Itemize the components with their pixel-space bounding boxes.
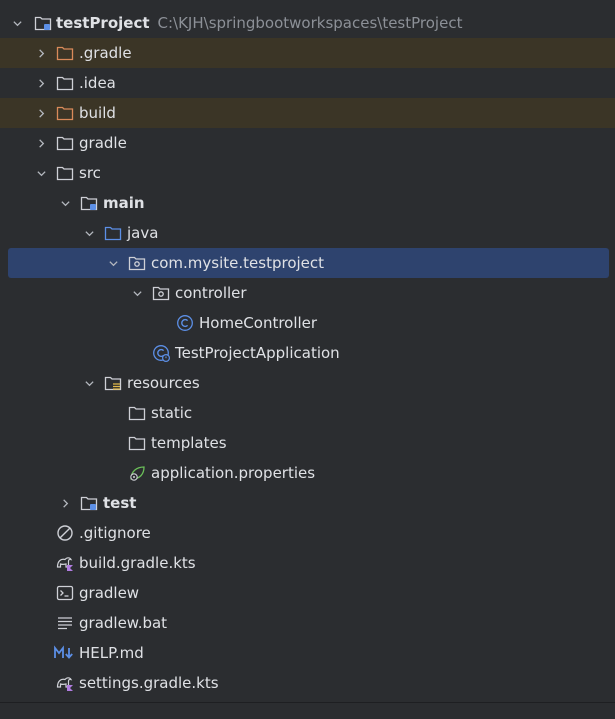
tree-item-label: settings.gradle.kts bbox=[79, 674, 219, 692]
tree-item-label: controller bbox=[175, 284, 247, 302]
gradle-kotlin-icon bbox=[56, 674, 74, 692]
tree-row-home-controller[interactable]: HomeController bbox=[0, 308, 615, 338]
tree-item-label: src bbox=[79, 164, 101, 182]
tree-item-label: static bbox=[151, 404, 193, 422]
package-icon bbox=[128, 254, 146, 272]
chevron-down-icon[interactable] bbox=[32, 164, 50, 182]
tree-item-label: application.properties bbox=[151, 464, 316, 482]
tree-item-label: main bbox=[103, 194, 145, 212]
tree-row-dot-gradle[interactable]: .gradle bbox=[0, 38, 615, 68]
tree-row-src[interactable]: src bbox=[0, 158, 615, 188]
chevron-right-icon[interactable] bbox=[32, 104, 50, 122]
chevron-right-icon[interactable] bbox=[32, 44, 50, 62]
chevron-right-icon[interactable] bbox=[32, 134, 50, 152]
chevron-down-icon[interactable] bbox=[56, 194, 74, 212]
chevron-right-icon[interactable] bbox=[56, 494, 74, 512]
chevron-down-icon[interactable] bbox=[104, 254, 122, 272]
gradle-kotlin-icon bbox=[56, 554, 74, 572]
tree-row-java[interactable]: java bbox=[0, 218, 615, 248]
ignore-file-icon bbox=[56, 524, 74, 542]
chevron-down-icon[interactable] bbox=[80, 374, 98, 392]
excluded-folder-icon bbox=[56, 104, 74, 122]
resources-root-icon bbox=[104, 374, 122, 392]
tree-row-gradle[interactable]: gradle bbox=[0, 128, 615, 158]
folder-icon bbox=[56, 74, 74, 92]
class-icon bbox=[176, 314, 194, 332]
tree-item-label: TestProjectApplication bbox=[175, 344, 340, 362]
spring-application-icon bbox=[152, 344, 171, 363]
tree-row-gradlew-bat[interactable]: gradlew.bat bbox=[0, 608, 615, 638]
tree-item-label: .gradle bbox=[79, 44, 132, 62]
tree-item-label: HELP.md bbox=[79, 644, 144, 662]
tree-row-resources[interactable]: resources bbox=[0, 368, 615, 398]
markdown-icon bbox=[54, 644, 74, 662]
folder-icon bbox=[128, 434, 146, 452]
project-name: testProject bbox=[56, 14, 150, 32]
chevron-down-icon[interactable] bbox=[8, 14, 26, 32]
source-root-folder-icon bbox=[104, 224, 122, 242]
tree-item-label: .gitignore bbox=[79, 524, 151, 542]
tree-row-gitignore[interactable]: .gitignore bbox=[0, 518, 615, 548]
folder-icon bbox=[56, 164, 74, 182]
chevron-down-icon[interactable] bbox=[128, 284, 146, 302]
tree-row-package-com-mysite-testproject[interactable]: com.mysite.testproject bbox=[8, 248, 609, 278]
tree-row-settings-gradle-kts[interactable]: settings.gradle.kts bbox=[0, 668, 615, 698]
tree-row-gradlew[interactable]: gradlew bbox=[0, 578, 615, 608]
chevron-down-icon[interactable] bbox=[80, 224, 98, 242]
tree-item-label: gradle bbox=[79, 134, 127, 152]
tree-item-label: resources bbox=[127, 374, 200, 392]
tree-row-package-controller[interactable]: controller bbox=[0, 278, 615, 308]
tree-item-label: build.gradle.kts bbox=[79, 554, 196, 572]
tree-row-test[interactable]: test bbox=[0, 488, 615, 518]
package-icon bbox=[152, 284, 170, 302]
tree-row-help-md[interactable]: HELP.md bbox=[0, 638, 615, 668]
tree-item-label: build bbox=[79, 104, 116, 122]
shell-script-icon bbox=[56, 584, 74, 602]
tree-item-label: gradlew bbox=[79, 584, 140, 602]
project-path: C:\KJH\springbootworkspaces\testProject bbox=[157, 14, 463, 32]
tree-item-label: test bbox=[103, 494, 137, 512]
module-folder-icon bbox=[80, 194, 98, 212]
batch-file-icon bbox=[56, 614, 74, 632]
tree-row-idea[interactable]: .idea bbox=[0, 68, 615, 98]
spring-properties-icon bbox=[128, 464, 146, 482]
tree-row-build[interactable]: build bbox=[0, 98, 615, 128]
excluded-folder-icon bbox=[56, 44, 74, 62]
project-tree: testProject C:\KJH\springbootworkspaces\… bbox=[0, 8, 615, 698]
tree-item-label: templates bbox=[151, 434, 227, 452]
tree-item-label: .idea bbox=[79, 74, 116, 92]
tree-row-root-project[interactable]: testProject C:\KJH\springbootworkspaces\… bbox=[0, 8, 615, 38]
tree-item-label: com.mysite.testproject bbox=[151, 254, 325, 272]
bottom-edge bbox=[0, 702, 615, 719]
tree-row-static[interactable]: static bbox=[0, 398, 615, 428]
tree-row-application-properties[interactable]: application.properties bbox=[0, 458, 615, 488]
tree-item-label: java bbox=[127, 224, 159, 242]
tree-row-build-gradle-kts[interactable]: build.gradle.kts bbox=[0, 548, 615, 578]
folder-icon bbox=[128, 404, 146, 422]
tree-row-templates[interactable]: templates bbox=[0, 428, 615, 458]
module-folder-icon bbox=[80, 494, 98, 512]
tree-row-test-project-application[interactable]: TestProjectApplication bbox=[0, 338, 615, 368]
tree-item-label: gradlew.bat bbox=[79, 614, 168, 632]
folder-icon bbox=[56, 134, 74, 152]
chevron-right-icon[interactable] bbox=[32, 74, 50, 92]
tree-item-label: HomeController bbox=[199, 314, 318, 332]
module-folder-icon bbox=[34, 14, 52, 32]
tree-row-main[interactable]: main bbox=[0, 188, 615, 218]
